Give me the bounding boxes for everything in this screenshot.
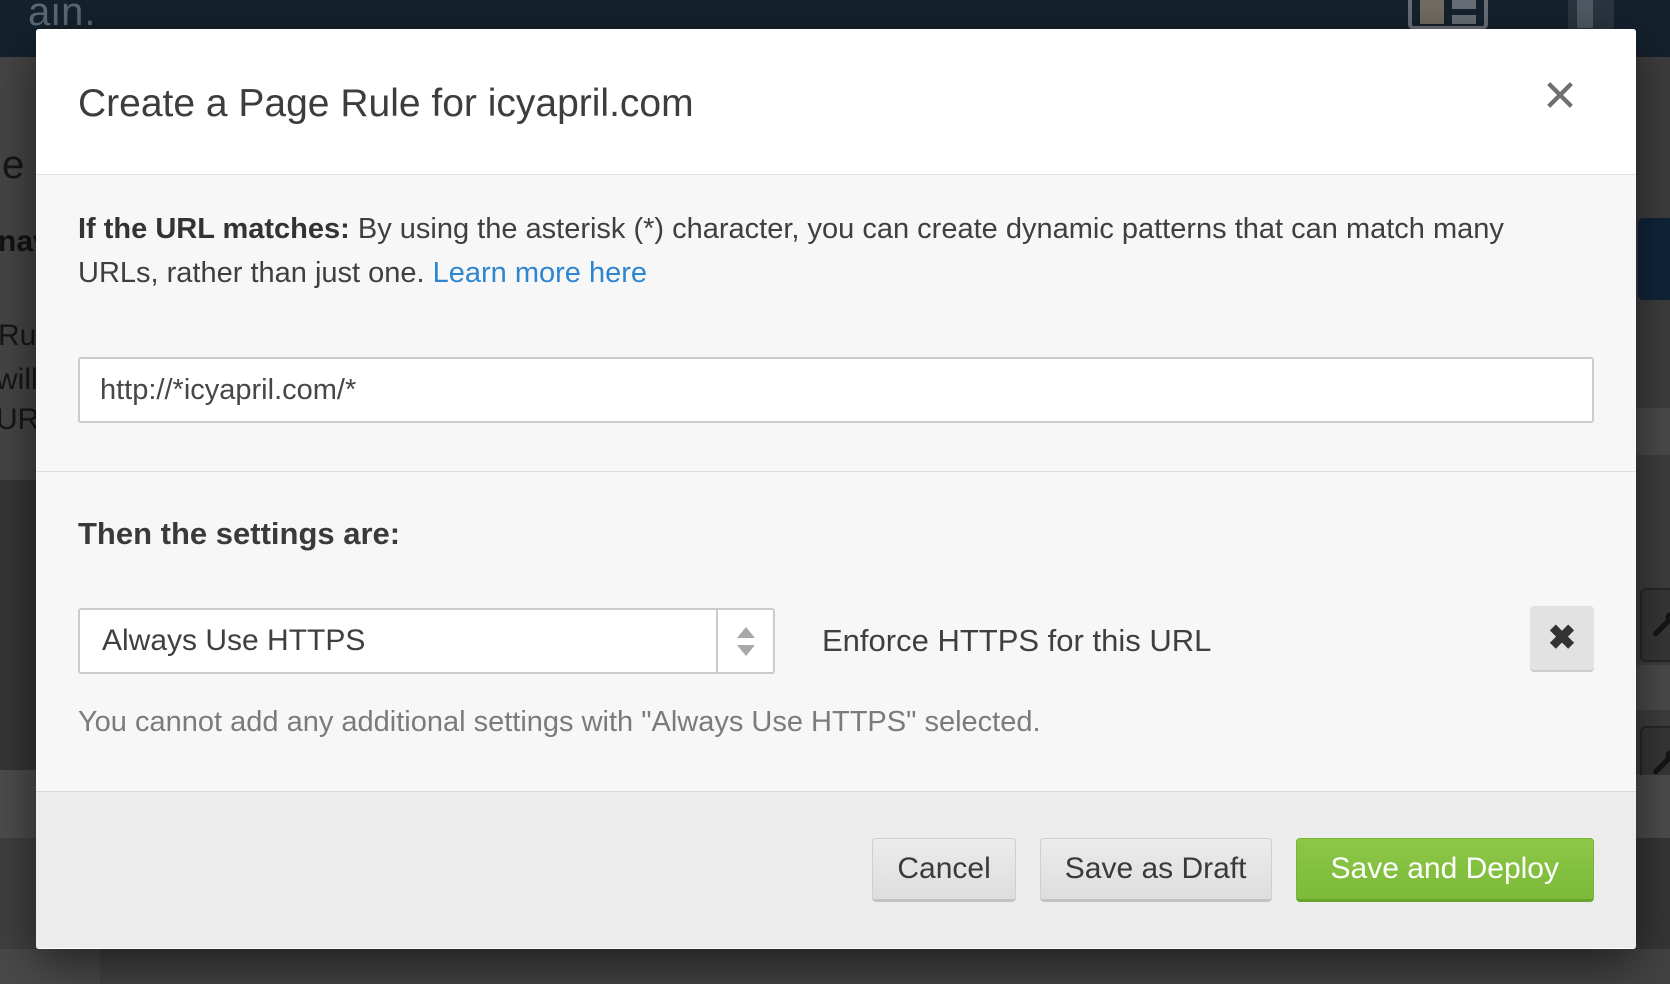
clipped-text-fragment: nav — [0, 225, 36, 259]
url-match-section: If the URL matches: By using the asteris… — [36, 175, 1636, 472]
background-band — [0, 949, 100, 984]
background-band — [1636, 665, 1670, 710]
learn-more-link[interactable]: Learn more here — [433, 257, 647, 289]
layout-icon-bar — [1452, 15, 1476, 24]
clipped-text-fragment: UR — [0, 403, 36, 437]
background-band — [1636, 775, 1670, 838]
background-band — [0, 770, 36, 838]
chevron-down-icon — [737, 645, 755, 656]
save-as-draft-button[interactable]: Save as Draft — [1040, 838, 1272, 902]
clipped-text-fragment: will — [0, 363, 36, 397]
document-icon — [1568, 0, 1614, 32]
close-icon[interactable]: ✕ — [1532, 69, 1588, 125]
background-bottom-strip — [0, 949, 1670, 984]
modal-title: Create a Page Rule for icyapril.com — [78, 82, 694, 126]
setting-description: Enforce HTTPS for this URL — [822, 608, 1211, 674]
background-band — [1636, 838, 1670, 949]
url-pattern-input[interactable] — [78, 357, 1594, 423]
modal-footer: Cancel Save as Draft Save and Deploy — [36, 791, 1636, 948]
setting-select[interactable]: Always Use HTTPS — [78, 608, 775, 674]
url-match-label: If the URL matches: — [78, 213, 350, 245]
settings-note: You cannot add any additional settings w… — [78, 706, 1041, 739]
url-match-paragraph: If the URL matches: By using the asteris… — [78, 207, 1568, 295]
screen: ain. e nav Ru will UR — [0, 0, 1670, 984]
chevron-up-icon — [737, 627, 755, 638]
background-left-strip: e nav Ru will UR — [0, 57, 36, 949]
settings-heading: Then the settings are: — [78, 516, 400, 552]
setting-select-value: Always Use HTTPS — [102, 610, 365, 672]
remove-setting-button[interactable]: ✖ — [1530, 606, 1594, 672]
layout-icon-bar — [1452, 0, 1476, 9]
select-spinner-icon — [716, 610, 773, 672]
clipped-text-fragment: e — [2, 143, 24, 188]
create-page-rule-modal: Create a Page Rule for icyapril.com ✕ If… — [36, 29, 1636, 949]
clipped-blue-button — [1638, 218, 1670, 300]
settings-section: Then the settings are: Always Use HTTPS … — [36, 472, 1636, 791]
clipped-text-fragment: Ru — [0, 319, 36, 353]
background-band — [0, 838, 36, 949]
background-right-strip — [1636, 57, 1670, 949]
modal-header: Create a Page Rule for icyapril.com ✕ — [36, 29, 1636, 175]
layout-icon-block — [1420, 0, 1444, 24]
layout-icon — [1408, 0, 1488, 30]
wrench-icon — [1640, 588, 1670, 662]
cancel-button[interactable]: Cancel — [872, 838, 1015, 902]
background-band — [0, 480, 36, 770]
document-icon-inner — [1577, 0, 1593, 28]
setting-row: Always Use HTTPS Enforce HTTPS for this … — [78, 608, 1594, 674]
save-and-deploy-button[interactable]: Save and Deploy — [1296, 838, 1595, 902]
background-band — [1636, 408, 1670, 455]
